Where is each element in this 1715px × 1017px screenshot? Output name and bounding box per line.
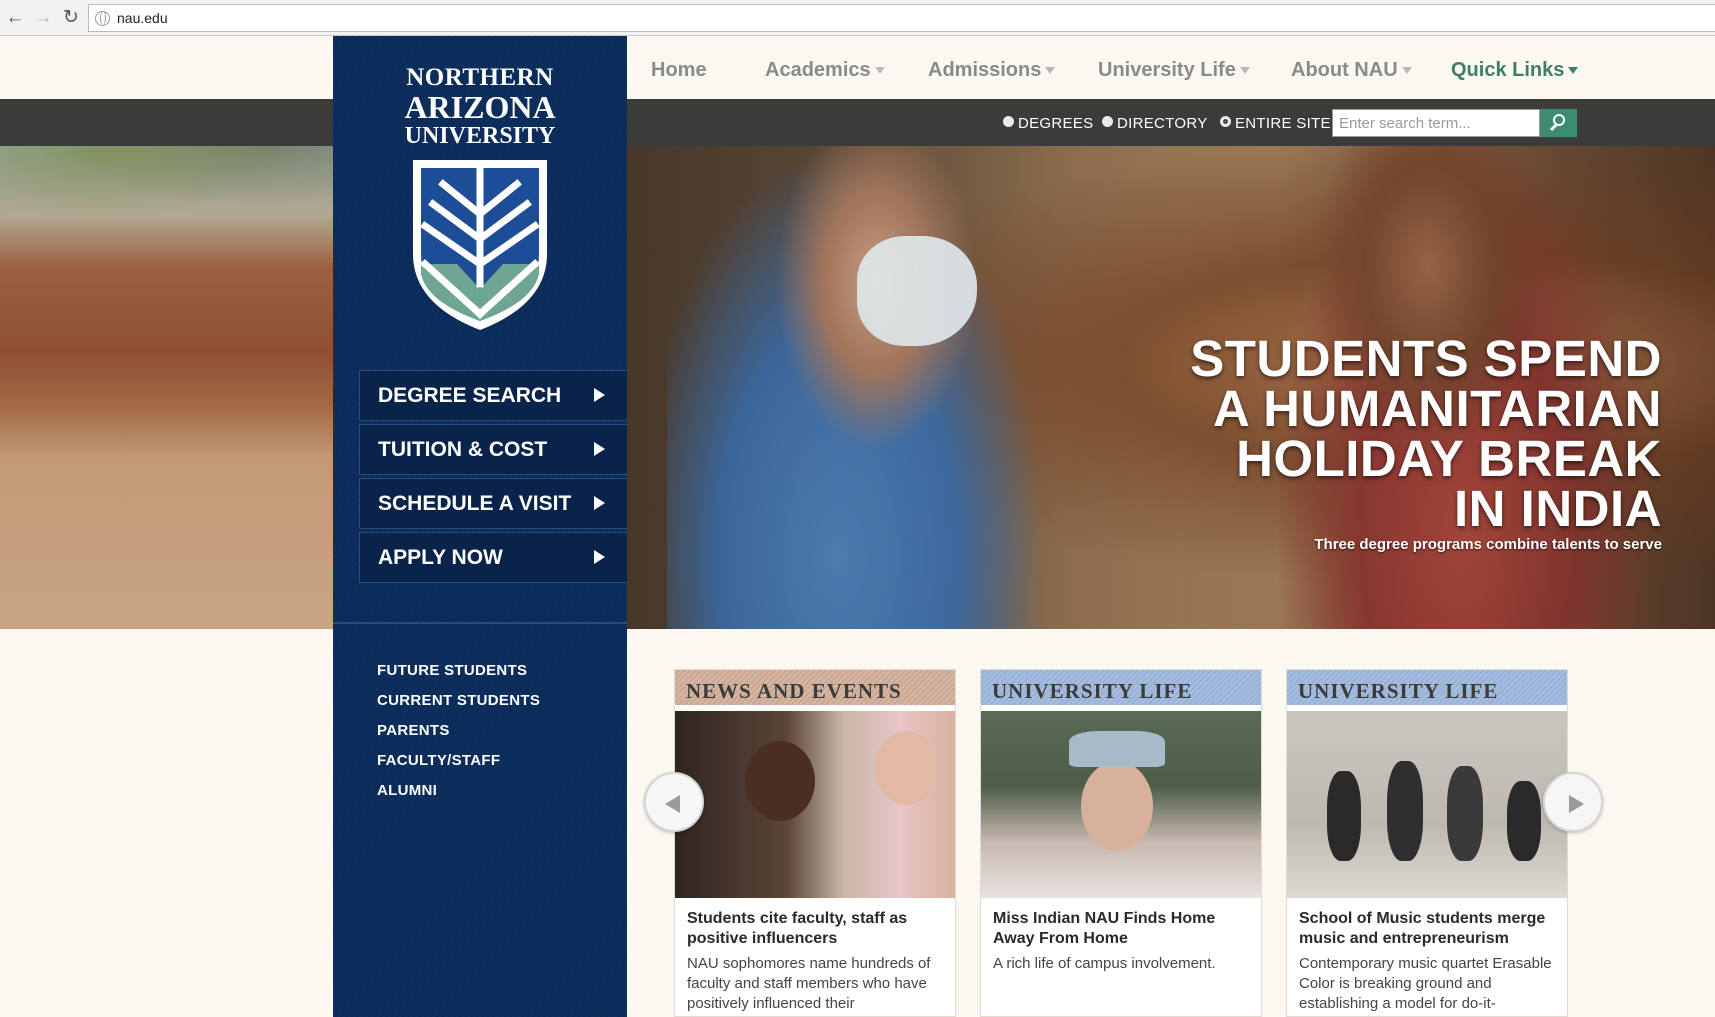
person-image <box>1327 771 1361 861</box>
nav-about-label: About NAU <box>1291 59 1398 81</box>
chevron-left-icon <box>665 795 680 813</box>
play-arrow-icon <box>594 442 605 456</box>
radio-directory-label: DIRECTORY <box>1117 115 1208 132</box>
tuition-cost-button[interactable]: TUITION & COST <box>359 424 627 475</box>
forward-arrow-icon[interactable]: → <box>32 7 54 29</box>
card-description: A rich life of campus involvement. <box>993 955 1216 972</box>
search-icon-handle <box>1549 123 1558 132</box>
nav-home-label: Home <box>651 59 707 81</box>
hero-headline[interactable]: STUDENTS SPEND A HUMANITARIAN HOLIDAY BR… <box>1142 330 1662 537</box>
tuition-cost-label: TUITION & COST <box>378 437 548 461</box>
card-image[interactable] <box>1287 711 1567 898</box>
radio-degrees-label: DEGREES <box>1018 115 1094 132</box>
caret-down-icon <box>1568 67 1579 75</box>
caret-down-icon <box>874 67 885 75</box>
card-title[interactable]: Students cite faculty, staff as positive… <box>675 898 955 949</box>
hero-headline-line: STUDENTS SPEND <box>1190 330 1662 387</box>
caret-down-icon <box>1045 67 1056 75</box>
hero-headline-line: HOLIDAY BREAK <box>1236 430 1662 487</box>
crown-image <box>1069 731 1165 767</box>
link-alumni[interactable]: ALUMNI <box>377 776 540 806</box>
radio-dot-icon <box>1003 116 1014 127</box>
nav-academics-label: Academics <box>765 59 871 81</box>
nav-admissions-label: Admissions <box>928 59 1042 81</box>
person-image <box>1507 781 1541 861</box>
search-bar: DEGREES DIRECTORY ENTIRE SITE <box>627 99 1715 146</box>
radio-degrees[interactable]: DEGREES <box>1003 115 1093 132</box>
logo-line-1: NORTHERN <box>406 64 554 91</box>
main-navigation: Home Academics Admissions University Lif… <box>627 36 1715 99</box>
nav-university-life-label: University Life <box>1098 59 1236 81</box>
card-header: UNIVERSITY LIFE <box>1287 670 1567 711</box>
nav-academics[interactable]: Academics <box>765 59 885 82</box>
degree-search-button[interactable]: DEGREE SEARCH <box>359 370 627 421</box>
search-input[interactable] <box>1332 109 1540 137</box>
logo-line-2: ARIZONA <box>404 89 556 125</box>
background-photo <box>0 99 333 629</box>
person-image <box>1081 761 1153 851</box>
sidebar-divider <box>333 622 627 624</box>
person-image <box>875 731 937 805</box>
nav-about[interactable]: About NAU <box>1291 59 1412 82</box>
card-title[interactable]: School of Music students merge music and… <box>1287 898 1567 949</box>
person-image <box>1387 761 1423 861</box>
search-button[interactable] <box>1540 109 1577 137</box>
card-header: UNIVERSITY LIFE <box>981 670 1261 711</box>
hero-headline-line: A HUMANITARIAN <box>1213 380 1662 437</box>
background-photo-top-band <box>0 99 333 146</box>
nav-admissions[interactable]: Admissions <box>928 59 1056 82</box>
nav-university-life[interactable]: University Life <box>1098 59 1250 82</box>
card-image[interactable] <box>675 711 955 898</box>
card-description: Contemporary music quartet Erasable Colo… <box>1299 955 1552 1012</box>
browser-toolbar: ← → ↻ nau.edu <box>0 0 1715 36</box>
hero-subtitle: Three degree programs combine talents to… <box>1314 536 1662 553</box>
card-header: NEWS AND EVENTS <box>675 670 955 711</box>
caret-down-icon <box>1239 67 1250 75</box>
back-arrow-icon[interactable]: ← <box>4 7 26 29</box>
reload-icon[interactable]: ↻ <box>60 7 82 29</box>
link-future-students[interactable]: FUTURE STUDENTS <box>377 656 540 686</box>
link-parents[interactable]: PARENTS <box>377 716 540 746</box>
play-arrow-icon <box>594 388 605 402</box>
card-university-life-2[interactable]: UNIVERSITY LIFE School of Music students… <box>1286 669 1568 1017</box>
nau-shield-icon[interactable] <box>407 154 553 334</box>
radio-dot-icon <box>1102 116 1113 127</box>
radio-entire-site[interactable]: ENTIRE SITE <box>1220 115 1331 132</box>
play-arrow-icon <box>594 496 605 510</box>
nav-home[interactable]: Home <box>651 59 707 82</box>
schedule-visit-button[interactable]: SCHEDULE A VISIT <box>359 478 627 529</box>
play-arrow-icon <box>594 550 605 564</box>
logo-line-3: UNIVERSITY <box>404 123 556 149</box>
carousel-next-button[interactable] <box>1543 772 1603 832</box>
radio-selected-icon <box>1220 116 1231 127</box>
person-image <box>745 741 815 821</box>
person-image <box>1447 766 1483 861</box>
hero-headline-line: IN INDIA <box>1454 480 1662 537</box>
link-faculty-staff[interactable]: FACULTY/STAFF <box>377 746 540 776</box>
address-bar[interactable]: nau.edu <box>88 4 1715 32</box>
apply-now-button[interactable]: APPLY NOW <box>359 532 627 583</box>
radio-entire-site-label: ENTIRE SITE <box>1235 115 1331 132</box>
carousel-prev-button[interactable] <box>644 772 704 832</box>
card-news-events[interactable]: NEWS AND EVENTS Students cite faculty, s… <box>674 669 956 1017</box>
card-title[interactable]: Miss Indian NAU Finds Home Away From Hom… <box>981 898 1261 949</box>
nav-quick-links-label: Quick Links <box>1451 59 1565 81</box>
nav-quick-links[interactable]: Quick Links <box>1451 59 1579 82</box>
globe-icon <box>95 11 110 26</box>
link-current-students[interactable]: CURRENT STUDENTS <box>377 686 540 716</box>
hero-banner[interactable]: STUDENTS SPEND A HUMANITARIAN HOLIDAY BR… <box>627 146 1715 629</box>
degree-search-label: DEGREE SEARCH <box>378 383 562 407</box>
radio-directory[interactable]: DIRECTORY <box>1102 115 1208 132</box>
audience-links: FUTURE STUDENTS CURRENT STUDENTS PARENTS… <box>377 656 540 806</box>
apply-now-label: APPLY NOW <box>378 545 503 569</box>
university-logo[interactable]: NORTHERN ARIZONA UNIVERSITY <box>333 64 627 150</box>
chevron-right-icon <box>1569 795 1584 813</box>
sidebar: NORTHERN ARIZONA UNIVERSITY DEGREE SEARC… <box>333 36 627 1017</box>
url-text: nau.edu <box>117 10 168 26</box>
card-image[interactable] <box>981 711 1261 898</box>
schedule-visit-label: SCHEDULE A VISIT <box>378 491 572 515</box>
caret-down-icon <box>1401 67 1412 75</box>
card-description: NAU sophomores name hundreds of faculty … <box>687 955 931 1012</box>
card-university-life-1[interactable]: UNIVERSITY LIFE Miss Indian NAU Finds Ho… <box>980 669 1262 1017</box>
